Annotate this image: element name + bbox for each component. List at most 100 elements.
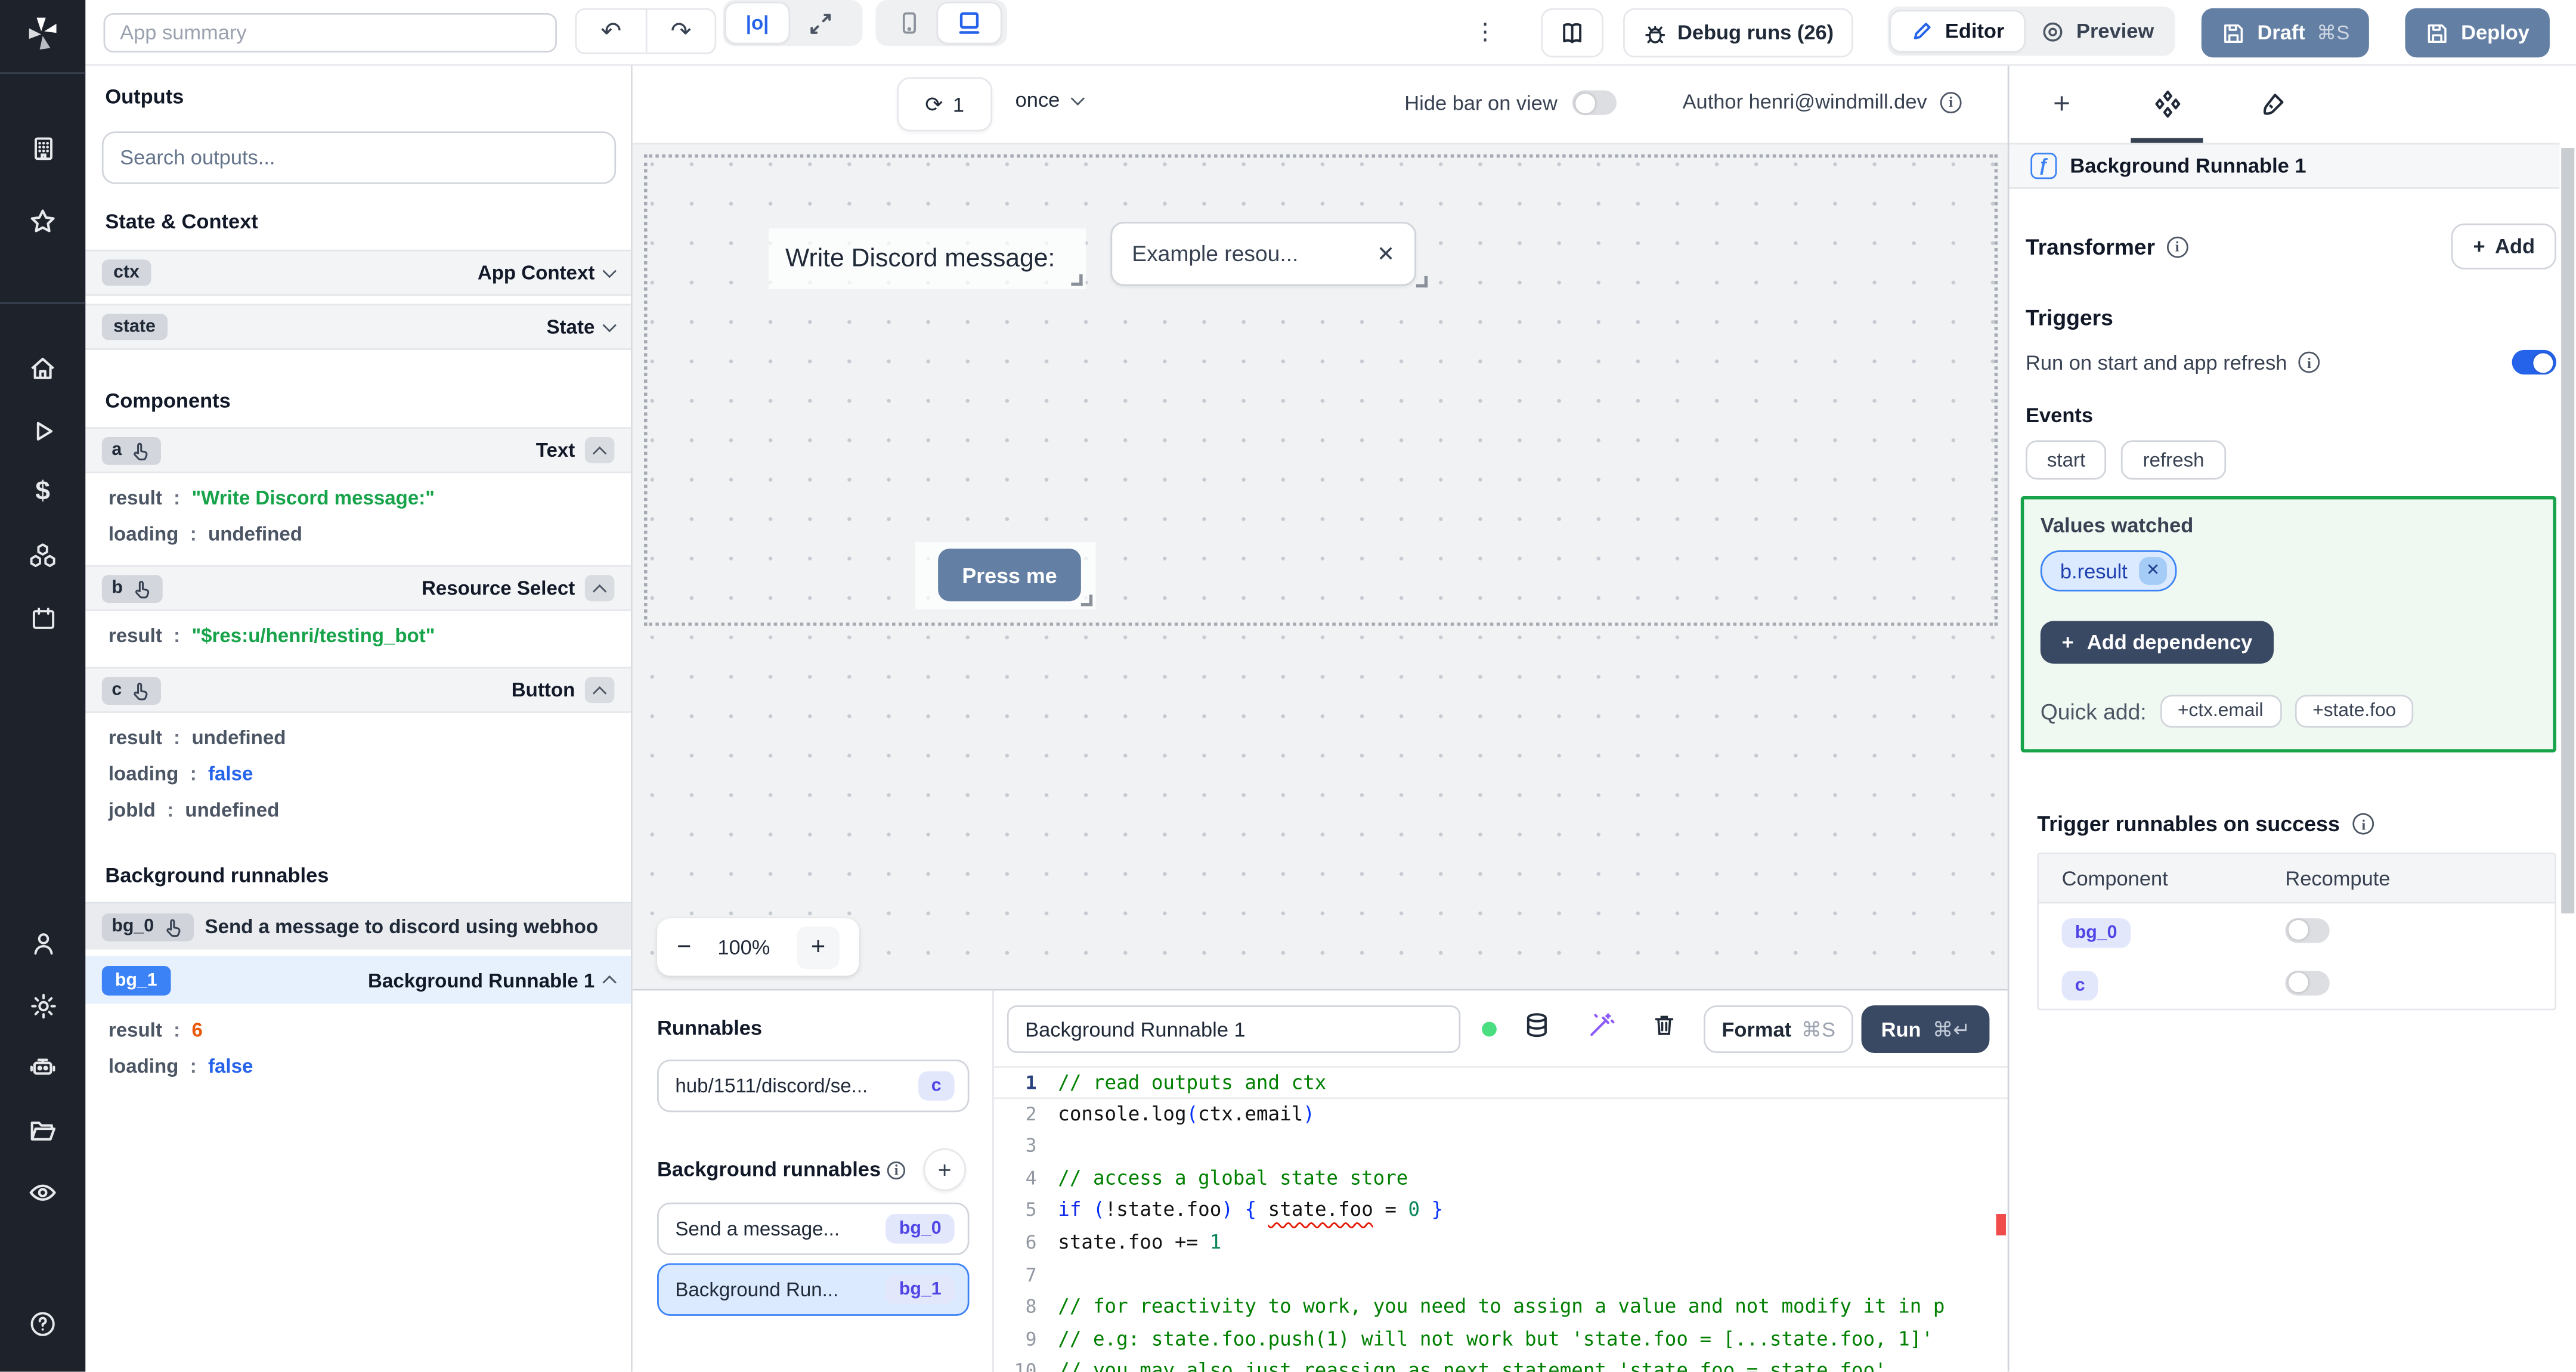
- rail-item-settings[interactable]: [0, 974, 85, 1037]
- clear-select-button[interactable]: ✕: [1377, 241, 1395, 267]
- chevron-down-icon[interactable]: [602, 263, 617, 277]
- runnable-name-input[interactable]: [1007, 1005, 1461, 1054]
- windmill-logo[interactable]: [0, 0, 85, 66]
- code-line[interactable]: 3: [994, 1131, 2008, 1163]
- recompute-toggle[interactable]: [2285, 970, 2330, 995]
- chevron-up-icon[interactable]: [602, 975, 617, 990]
- code-line[interactable]: 8 // for reactivity to work, you need to …: [994, 1292, 2008, 1324]
- rail-item-runs[interactable]: [0, 399, 85, 462]
- quick-add-state-foo[interactable]: +state.foo: [2294, 695, 2414, 728]
- rail-item-schedules[interactable]: [0, 587, 85, 649]
- resize-handle[interactable]: [1080, 594, 1093, 606]
- recompute-toggle[interactable]: [2285, 917, 2330, 943]
- event-start-pill[interactable]: start: [2026, 440, 2107, 480]
- hide-bar-toggle[interactable]: [1572, 90, 1617, 115]
- ai-assist-button[interactable]: [1587, 1010, 1615, 1040]
- tab-preview[interactable]: Preview: [2024, 11, 2170, 51]
- code-line[interactable]: 2 console.log(ctx.email): [994, 1098, 2008, 1131]
- component-row-c[interactable]: c Button: [85, 667, 631, 713]
- code-line[interactable]: 7: [994, 1259, 2008, 1292]
- tab-settings[interactable]: [2114, 65, 2219, 144]
- draft-shortcut: ⌘S: [2317, 21, 2350, 45]
- bg1-output-row[interactable]: bg_1 Background Runnable 1: [85, 956, 631, 1004]
- bg0-output-row[interactable]: bg_0 Send a message to discord using web…: [85, 902, 631, 950]
- output-row-state[interactable]: state State: [85, 303, 631, 350]
- quick-add-ctx-email[interactable]: +ctx.email: [2159, 695, 2281, 728]
- draft-button[interactable]: Draft ⌘S: [2201, 8, 2370, 58]
- code-line[interactable]: 9 // e.g: state.foo.push(1) will not work…: [994, 1324, 2008, 1356]
- app-summary-input[interactable]: [103, 13, 557, 53]
- run-on-start-toggle[interactable]: [2512, 349, 2556, 375]
- deploy-button[interactable]: Deploy: [2405, 8, 2550, 58]
- remove-dependency-button[interactable]: ✕: [2139, 556, 2167, 585]
- event-refresh-pill[interactable]: refresh: [2121, 440, 2226, 480]
- code-line[interactable]: 4 // access a global state store: [994, 1163, 2008, 1195]
- docs-button[interactable]: [1541, 8, 1603, 58]
- rail-item-variables[interactable]: $: [0, 462, 85, 524]
- code-line[interactable]: 5 if (!state.foo) { state.foo = 0 }: [994, 1195, 2008, 1227]
- component-row-b[interactable]: b Resource Select: [85, 565, 631, 611]
- expand-button[interactable]: [788, 4, 851, 43]
- runnable-item-c[interactable]: hub/1511/discord/se... c: [657, 1060, 970, 1113]
- chevron-down-icon[interactable]: [602, 317, 617, 332]
- rail-item-audit[interactable]: [0, 1162, 85, 1224]
- tab-editor[interactable]: Editor: [1891, 11, 2024, 51]
- rail-item-resources[interactable]: [0, 524, 85, 587]
- resize-handle[interactable]: [1071, 274, 1083, 286]
- rail-item-collapse[interactable]: →: [0, 1355, 85, 1372]
- refresh-mode-dropdown[interactable]: once: [1015, 89, 1085, 112]
- rail-item-workers[interactable]: [0, 1036, 85, 1099]
- add-bg-runnable-button[interactable]: +: [923, 1148, 966, 1191]
- runnable-item-bg0[interactable]: Send a message... bg_0: [657, 1202, 970, 1255]
- debug-runs-button[interactable]: Debug runs (26): [1623, 8, 1854, 58]
- more-menu-button[interactable]: ⋮: [1473, 18, 1497, 46]
- collapse-button[interactable]: [584, 575, 615, 602]
- rail-item-help[interactable]: [0, 1293, 85, 1355]
- runnable-item-badge: c: [918, 1071, 955, 1101]
- resource-select-component[interactable]: Example resou... ✕: [1110, 221, 1428, 288]
- collapse-button[interactable]: [584, 677, 615, 704]
- tab-styling[interactable]: [2219, 65, 2324, 144]
- line-number: 2: [1025, 1101, 1037, 1125]
- text-component[interactable]: Write Discord message:: [769, 228, 1086, 289]
- resize-handle[interactable]: [1416, 275, 1428, 288]
- center-layout-button[interactable]: |o|: [726, 3, 789, 43]
- zoom-out-button[interactable]: −: [677, 933, 691, 961]
- rail-item-folders[interactable]: [0, 1099, 85, 1162]
- component-row-a[interactable]: a Text: [85, 427, 631, 473]
- press-me-button[interactable]: Press me: [938, 549, 1081, 602]
- star-icon: [30, 209, 55, 233]
- scrollbar-thumb[interactable]: [2561, 147, 2575, 913]
- runnable-item-bg1[interactable]: Background Run... bg_1: [657, 1263, 970, 1316]
- run-button[interactable]: Run ⌘↵: [1861, 1005, 1990, 1054]
- add-dependency-button[interactable]: + Add dependency: [2040, 621, 2274, 664]
- desktop-view-button[interactable]: [938, 3, 1001, 43]
- rail-item-users[interactable]: [0, 912, 85, 974]
- code-line[interactable]: 1 // read outputs and ctx: [993, 1066, 2008, 1099]
- watched-value-chip[interactable]: b.result ✕: [2040, 550, 2177, 591]
- output-row-ctx[interactable]: ctx App Context: [85, 249, 631, 296]
- undo-button[interactable]: ↶: [577, 10, 646, 53]
- code-line[interactable]: 6 state.foo += 1: [994, 1227, 2008, 1259]
- code-line[interactable]: 10 // you may also just reassign as next …: [994, 1356, 2008, 1372]
- panel-scrollbar[interactable]: [2559, 66, 2576, 1372]
- tab-insert[interactable]: +: [2009, 65, 2114, 144]
- add-transformer-button[interactable]: + Add: [2451, 223, 2556, 270]
- cache-button[interactable]: [1523, 1010, 1551, 1040]
- code-editor[interactable]: 1// read outputs and ctx 2 console.log(ctx…: [993, 1066, 2008, 1372]
- left-nav-rail: $: [0, 0, 86, 1372]
- mobile-view-button[interactable]: [879, 4, 938, 43]
- collapse-button[interactable]: [584, 436, 615, 463]
- rail-item-favorites[interactable]: [0, 191, 85, 253]
- zoom-in-button[interactable]: +: [797, 925, 840, 969]
- refresh-count-button[interactable]: ⟳ 1: [897, 77, 993, 132]
- redo-button[interactable]: ↷: [645, 10, 715, 53]
- delete-runnable-button[interactable]: [1651, 1010, 1677, 1040]
- format-button[interactable]: Format ⌘S: [1704, 1005, 1854, 1054]
- search-outputs-input[interactable]: [101, 131, 617, 184]
- rail-item-workspace[interactable]: [0, 117, 85, 179]
- app-canvas[interactable]: Write Discord message: Example resou... …: [632, 144, 2008, 989]
- undo-redo-group: ↶ ↷: [575, 8, 717, 54]
- rail-item-home[interactable]: [0, 337, 85, 399]
